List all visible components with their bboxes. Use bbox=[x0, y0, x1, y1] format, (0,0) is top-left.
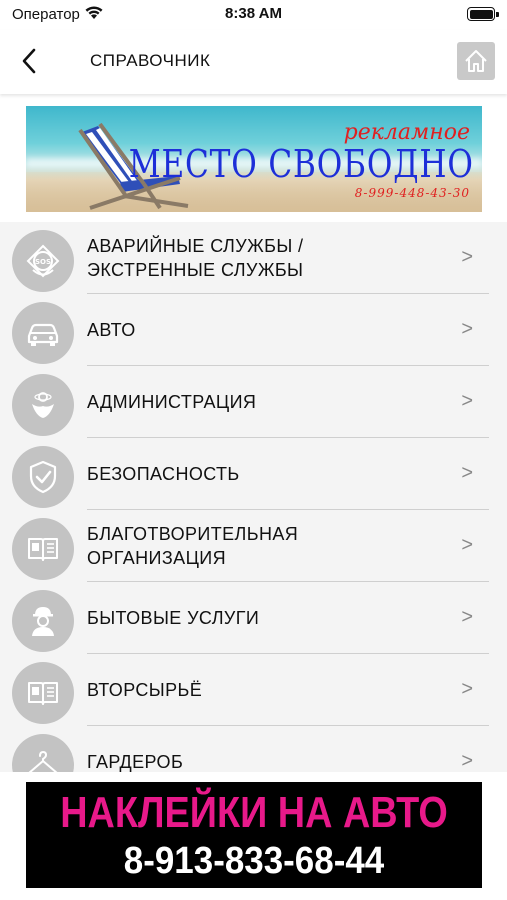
book-icon bbox=[12, 518, 74, 580]
nav-bar: СПРАВОЧНИК bbox=[0, 30, 507, 94]
back-button[interactable] bbox=[14, 44, 44, 78]
chevron-right-icon: > bbox=[461, 606, 473, 628]
chevron-right-icon: > bbox=[461, 534, 473, 556]
ad-line-2: МЕСТО СВОБОДНО bbox=[129, 142, 474, 186]
chevron-right-icon: > bbox=[461, 462, 473, 484]
list-item-emergency[interactable]: SOS АВАРИЙНЫЕ СЛУЖБЫ / ЭКСТРЕННЫЕ СЛУЖБЫ… bbox=[0, 222, 507, 294]
list-item-label: БЛАГОТВОРИТЕЛЬНАЯ ОРГАНИЗАЦИЯ bbox=[87, 524, 299, 568]
car-icon bbox=[12, 302, 74, 364]
list-item-wardrobe[interactable]: ГАРДЕРОБ > bbox=[0, 726, 507, 772]
list-item-label: БЫТОВЫЕ УСЛУГИ bbox=[87, 608, 260, 628]
home-button[interactable] bbox=[457, 42, 495, 80]
emblem-icon bbox=[12, 374, 74, 436]
list-item-administration[interactable]: АДМИНИСТРАЦИЯ > bbox=[0, 366, 507, 438]
list-item-recycling[interactable]: ВТОРСЫРЬЁ > bbox=[0, 654, 507, 726]
book-icon bbox=[12, 662, 74, 724]
list-item-label: АВАРИЙНЫЕ СЛУЖБЫ / ЭКСТРЕННЫЕ СЛУЖБЫ bbox=[87, 236, 304, 280]
list-item-label: ВТОРСЫРЬЁ bbox=[87, 680, 203, 700]
worker-icon bbox=[12, 590, 74, 652]
list-item-charity[interactable]: БЛАГОТВОРИТЕЛЬНАЯ ОРГАНИЗАЦИЯ > bbox=[0, 510, 507, 582]
sos-icon: SOS bbox=[12, 230, 74, 292]
ad-banner-bottom[interactable]: НАКЛЕЙКИ НА АВТО 8-913-833-68-44 bbox=[26, 782, 482, 888]
chevron-left-icon bbox=[22, 48, 36, 74]
ad-bottom-title: НАКЛЕЙКИ НА АВТО bbox=[60, 788, 448, 837]
status-bar: Оператор 8:38 AM bbox=[0, 0, 507, 30]
clock: 8:38 AM bbox=[225, 5, 282, 22]
chevron-right-icon: > bbox=[461, 678, 473, 700]
list-item-label: АДМИНИСТРАЦИЯ bbox=[87, 392, 257, 412]
chevron-right-icon: > bbox=[461, 246, 473, 268]
battery-icon bbox=[467, 7, 499, 21]
ad-phone: 8-999-448-43-30 bbox=[354, 186, 470, 200]
home-icon bbox=[465, 50, 487, 72]
list-item-label: ГАРДЕРОБ bbox=[87, 752, 184, 772]
ad-banner-top[interactable]: рекламное МЕСТО СВОБОДНО 8-999-448-43-30 bbox=[26, 106, 482, 212]
list-item-label: АВТО bbox=[87, 320, 136, 340]
list-item-auto[interactable]: АВТО > bbox=[0, 294, 507, 366]
list-item-household-services[interactable]: БЫТОВЫЕ УСЛУГИ > bbox=[0, 582, 507, 654]
list-item-security[interactable]: БЕЗОПАСНОСТЬ > bbox=[0, 438, 507, 510]
list-item-label: БЕЗОПАСНОСТЬ bbox=[87, 464, 240, 484]
page-title: СПРАВОЧНИК bbox=[90, 51, 211, 70]
hanger-icon bbox=[12, 734, 74, 772]
svg-text:SOS: SOS bbox=[35, 258, 51, 266]
category-list: SOS АВАРИЙНЫЕ СЛУЖБЫ / ЭКСТРЕННЫЕ СЛУЖБЫ… bbox=[0, 222, 507, 772]
chevron-right-icon: > bbox=[461, 318, 473, 340]
ad-bottom-phone: 8-913-833-68-44 bbox=[123, 840, 385, 882]
chevron-right-icon: > bbox=[461, 390, 473, 412]
chevron-right-icon: > bbox=[461, 750, 473, 772]
shield-check-icon bbox=[12, 446, 74, 508]
